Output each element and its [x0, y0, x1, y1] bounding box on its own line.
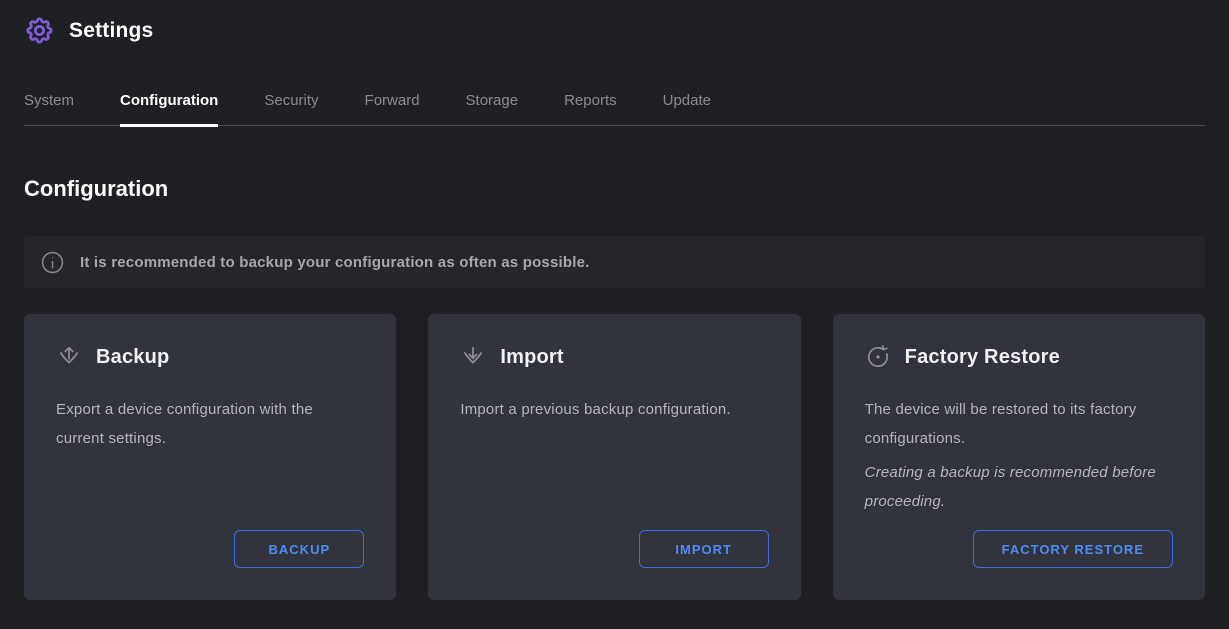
restore-timer-icon	[865, 344, 891, 370]
app-header: Settings	[0, 0, 1229, 46]
card-title: Backup	[96, 346, 169, 369]
tab-security[interactable]: Security	[264, 92, 318, 125]
card-description: Import a previous backup configuration.	[460, 396, 768, 425]
card-backup-header: Backup	[56, 344, 364, 370]
card-import: Import Import a previous backup configur…	[428, 314, 800, 600]
tab-update[interactable]: Update	[663, 92, 711, 125]
tab-system[interactable]: System	[24, 92, 74, 125]
tab-storage[interactable]: Storage	[466, 92, 519, 125]
card-title: Import	[500, 346, 563, 369]
info-icon	[41, 251, 64, 274]
upload-tray-icon	[56, 344, 82, 370]
backup-button[interactable]: BACKUP	[234, 530, 364, 568]
cards-row: Backup Export a device configuration wit…	[24, 314, 1205, 600]
tab-bar: System Configuration Security Forward St…	[24, 92, 1205, 126]
download-tray-icon	[460, 344, 486, 370]
import-button[interactable]: IMPORT	[639, 530, 769, 568]
tab-forward[interactable]: Forward	[365, 92, 420, 125]
card-description: The device will be restored to its facto…	[865, 396, 1173, 453]
card-factory-restore: Factory Restore The device will be resto…	[833, 314, 1205, 600]
card-note: Creating a backup is recommended before …	[865, 459, 1173, 516]
info-banner: It is recommended to backup your configu…	[24, 236, 1205, 288]
card-factory-restore-header: Factory Restore	[865, 344, 1173, 370]
gear-icon	[24, 15, 55, 46]
tab-configuration[interactable]: Configuration	[120, 92, 218, 127]
card-description: Export a device configuration with the c…	[56, 396, 364, 453]
tab-reports[interactable]: Reports	[564, 92, 617, 125]
card-title: Factory Restore	[905, 346, 1060, 369]
info-banner-text: It is recommended to backup your configu…	[80, 254, 590, 271]
page-title: Configuration	[24, 176, 1205, 202]
factory-restore-button[interactable]: FACTORY RESTORE	[973, 530, 1173, 568]
card-import-header: Import	[460, 344, 768, 370]
card-backup: Backup Export a device configuration wit…	[24, 314, 396, 600]
app-title: Settings	[69, 19, 153, 43]
